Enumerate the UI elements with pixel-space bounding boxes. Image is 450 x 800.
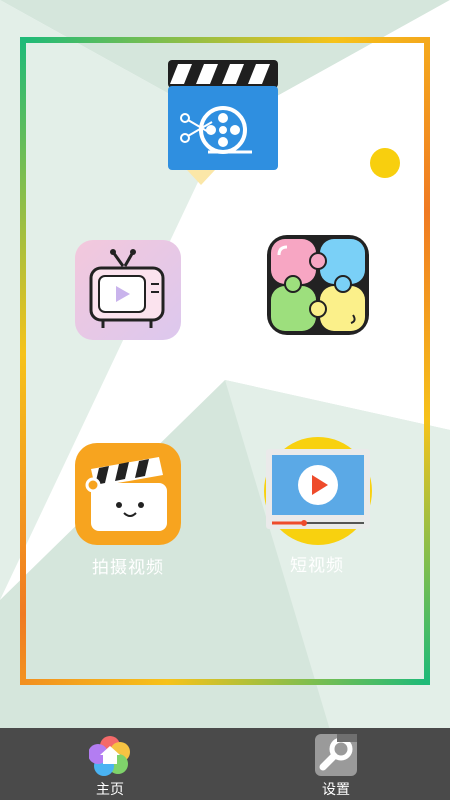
puzzle-button[interactable] xyxy=(265,233,371,337)
short-video-button[interactable]: 短视频 xyxy=(262,437,372,583)
shoot-video-button[interactable]: 拍摄视频 xyxy=(75,443,181,583)
short-video-label: 短视频 xyxy=(290,556,344,576)
retro-tv-icon xyxy=(75,240,181,340)
tv-player-button[interactable] xyxy=(75,240,181,340)
tab-settings[interactable]: 设置 xyxy=(296,734,376,798)
clapperboard-scissors-icon xyxy=(168,60,278,170)
tab-settings-label: 设置 xyxy=(322,782,350,798)
tab-home[interactable]: 主页 xyxy=(70,734,150,798)
puzzle-icon xyxy=(267,235,369,335)
home-icon xyxy=(89,736,130,776)
settings-icon xyxy=(315,734,357,776)
decorative-dot xyxy=(370,148,400,178)
video-editor-button[interactable] xyxy=(168,60,278,170)
shoot-video-label: 拍摄视频 xyxy=(92,558,164,578)
pointer-triangle xyxy=(187,170,215,185)
bottom-tab-bar: 主页 设置 xyxy=(0,728,450,800)
tab-home-label: 主页 xyxy=(96,782,124,798)
video-player-icon xyxy=(264,437,372,545)
clapper-face-icon xyxy=(75,443,181,545)
